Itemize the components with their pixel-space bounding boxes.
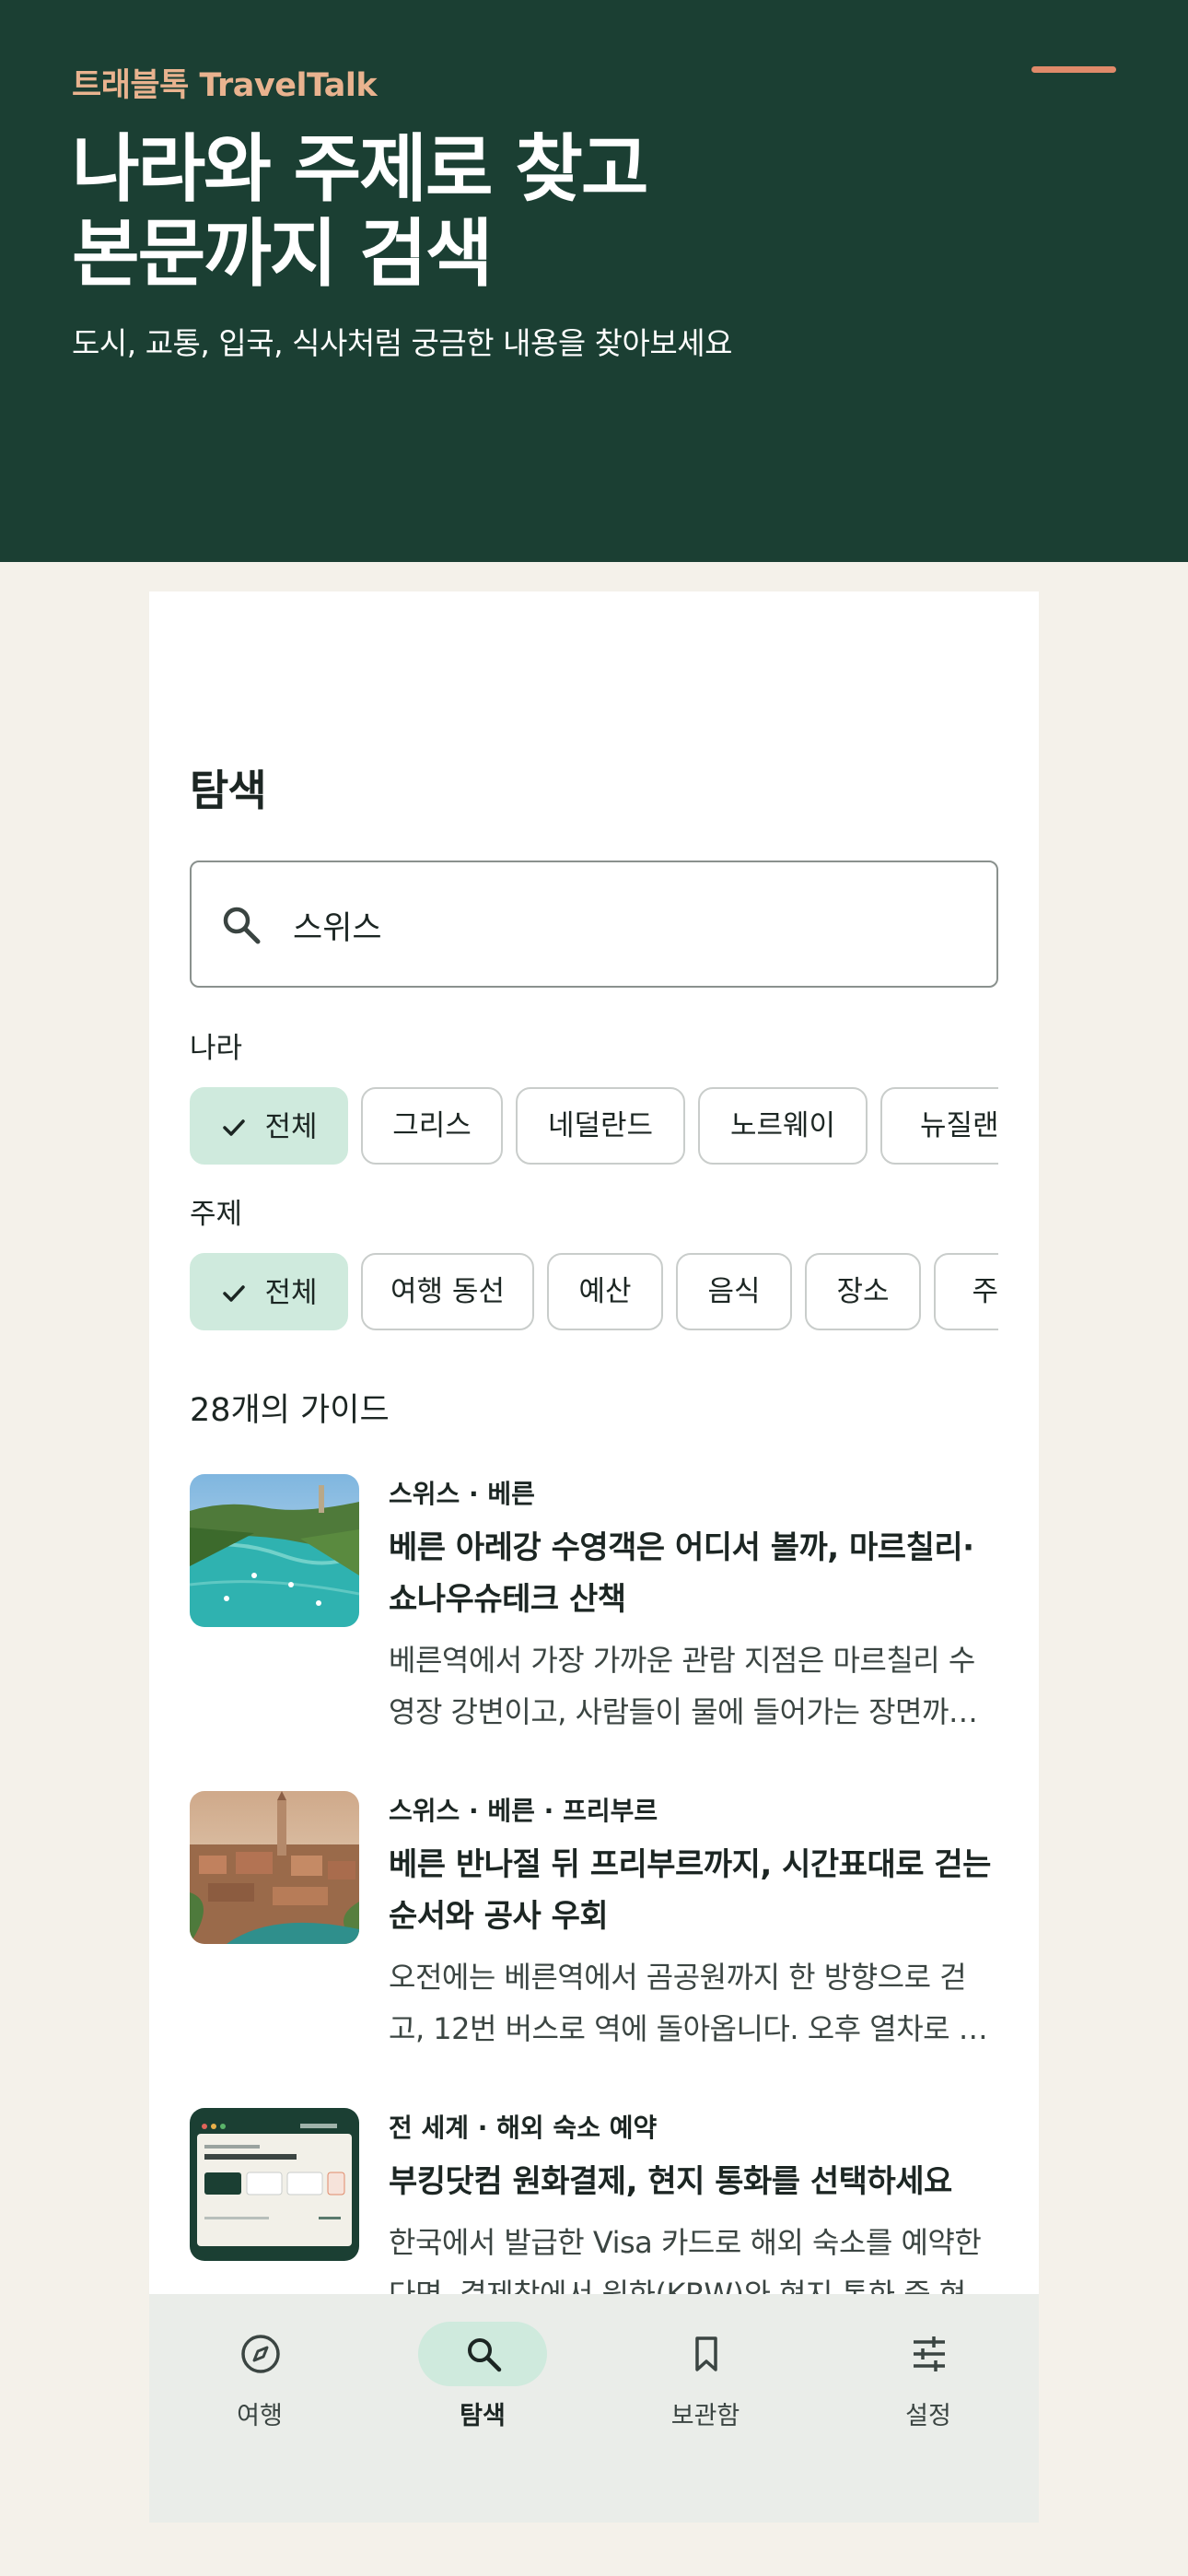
bottom-navigation: 여행 탐색 보관함 설정 xyxy=(149,2294,1039,2523)
guide-thumbnail-booking-screenshot xyxy=(190,2108,359,2261)
nav-label: 설정 xyxy=(905,2402,951,2430)
guide-title[interactable]: 부킹닷컴 원화결제, 현지 통화를 선택하세요 xyxy=(389,2156,998,2207)
sliders-icon xyxy=(914,2336,945,2371)
search-icon xyxy=(468,2338,502,2372)
brand-name: 트래블톡 TravelTalk xyxy=(72,67,378,104)
guide-meta: 스위스 · 베른 · 프리부르 xyxy=(389,1796,658,1826)
guide-title[interactable]: 베른 반나절 뒤 프리부르까지, 시간표대로 걷는 순서와 공사 우회 xyxy=(389,1839,998,1942)
search-input[interactable] xyxy=(293,890,974,960)
topic-chip-budget[interactable]: 예산 xyxy=(547,1253,663,1330)
country-filter-label: 나라 xyxy=(190,1032,243,1065)
hero-accent-bar xyxy=(1031,66,1116,73)
country-chip-norway[interactable]: 노르웨이 xyxy=(698,1087,868,1165)
result-count: 28개의 가이드 xyxy=(190,1392,390,1429)
check-icon xyxy=(223,1118,246,1136)
nav-item-saved[interactable]: 보관함 xyxy=(613,2294,798,2441)
country-chip-newzealand[interactable]: 뉴질랜드 xyxy=(880,1087,998,1165)
guide-card[interactable]: 전 세계 · 해외 숙소 예약 부킹닷컴 원화결제, 현지 통화를 선택하세요 … xyxy=(190,2108,998,2294)
guide-thumbnail-oldtown xyxy=(190,1791,359,1944)
guide-card[interactable]: 스위스 · 베른 · 프리부르 베른 반나절 뒤 프리부르까지, 시간표대로 걷… xyxy=(190,1791,998,2067)
country-chip-row[interactable]: 전체 그리스 네덜란드 노르웨이 뉴질랜드 xyxy=(190,1087,998,1166)
bookmark-icon xyxy=(695,2336,717,2371)
hero-header: 트래블톡 TravelTalk 나라와 주제로 찾고 본문까지 검색 도시, 교… xyxy=(0,0,1188,562)
nav-label: 탐색 xyxy=(460,2402,506,2430)
search-box[interactable] xyxy=(190,861,998,988)
search-icon xyxy=(223,907,261,944)
country-chip-greece[interactable]: 그리스 xyxy=(361,1087,503,1165)
guide-thumbnail-river xyxy=(190,1474,359,1627)
topic-chip-place[interactable]: 장소 xyxy=(805,1253,921,1330)
topic-filter-label: 주제 xyxy=(190,1198,243,1231)
topic-chip-all[interactable]: 전체 xyxy=(190,1253,348,1330)
compass-icon xyxy=(241,2335,280,2373)
guide-title[interactable]: 베른 아레강 수영객은 어디서 볼까, 마르칠리·쇼나우슈테크 산책 xyxy=(389,1522,998,1625)
explore-panel: 탐색 나라 전체 그리스 네덜란드 노르웨이 뉴질랜드 주제 전체 여행 동선 … xyxy=(149,591,1039,2294)
guide-excerpt: 오전에는 베른역에서 곰공원까지 한 방향으로 걷고, 12번 버스로 역에 돌… xyxy=(389,1960,985,2046)
hero-subtitle: 도시, 교통, 입국, 식사처럼 궁금한 내용을 찾아보세요 xyxy=(72,325,732,361)
topic-chip-topic[interactable]: 주제 xyxy=(934,1253,998,1330)
nav-item-trip[interactable]: 여행 xyxy=(168,2294,352,2441)
nav-label: 보관함 xyxy=(670,2402,740,2430)
nav-item-explore[interactable]: 탐색 xyxy=(390,2294,575,2441)
country-chip-all[interactable]: 전체 xyxy=(190,1087,348,1165)
country-chip-netherlands[interactable]: 네덜란드 xyxy=(516,1087,685,1165)
guide-excerpt: 베른역에서 가장 가까운 관람 지점은 마르칠리 수영장 강변이고, 사람들이 … xyxy=(389,1643,975,1729)
guide-card[interactable]: 스위스 · 베른 베른 아레강 수영객은 어디서 볼까, 마르칠리·쇼나우슈테크… xyxy=(190,1474,998,1751)
hero-title-line-1: 나라와 주제로 찾고 xyxy=(72,126,649,212)
guide-meta: 스위스 · 베른 xyxy=(389,1479,535,1509)
hero-title: 나라와 주제로 찾고 본문까지 검색 xyxy=(72,127,901,297)
nav-label: 여행 xyxy=(237,2402,283,2430)
check-icon xyxy=(223,1284,246,1302)
guide-excerpt: 한국에서 발급한 Visa 카드로 해외 숙소를 예약한다면, 결제창에서 원화… xyxy=(389,2225,993,2294)
nav-item-settings[interactable]: 설정 xyxy=(836,2294,1020,2441)
topic-chip-food[interactable]: 음식 xyxy=(676,1253,792,1330)
section-title: 탐색 xyxy=(190,766,267,815)
topic-chip-row[interactable]: 전체 여행 동선 예산 음식 장소 주제 xyxy=(190,1253,998,1332)
guide-meta: 전 세계 · 해외 숙소 예약 xyxy=(389,2113,658,2143)
topic-chip-route[interactable]: 여행 동선 xyxy=(361,1253,534,1330)
hero-title-line-2: 본문까지 검색 xyxy=(72,211,493,297)
